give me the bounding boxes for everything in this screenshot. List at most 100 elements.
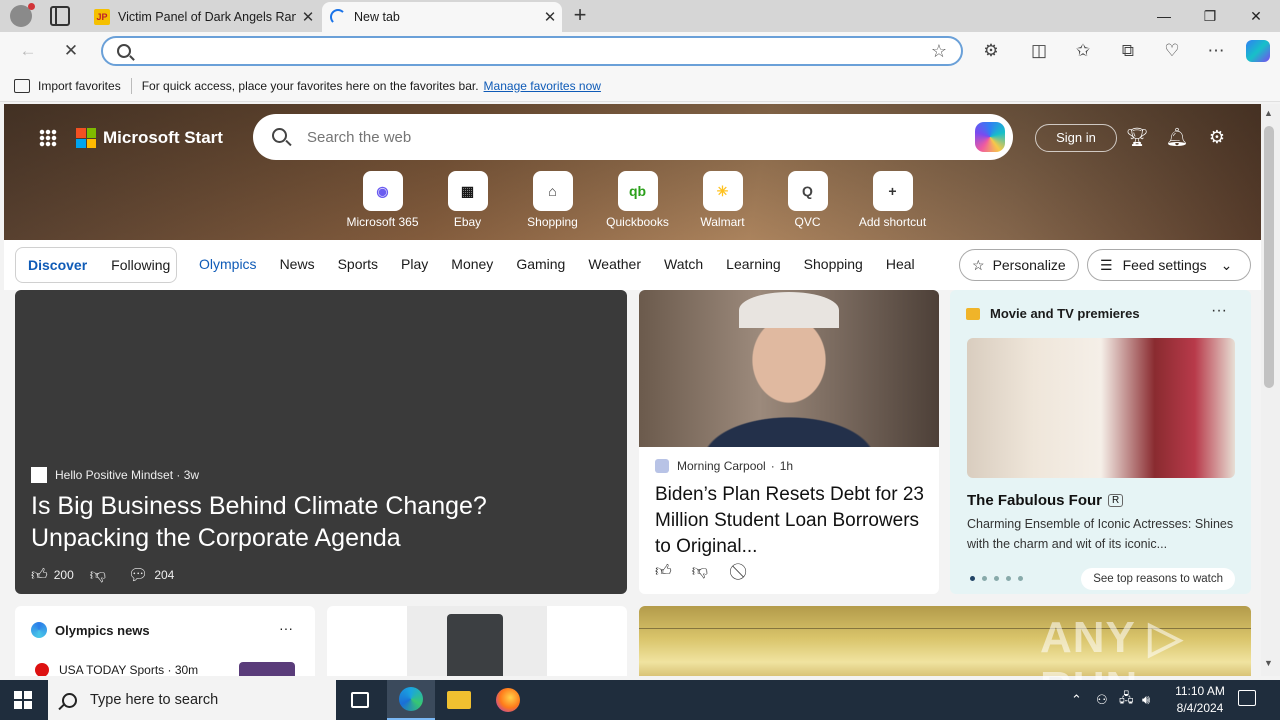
sign-in-button[interactable]: Sign in — [1035, 124, 1117, 152]
nav-link-play[interactable]: Play — [401, 256, 428, 272]
stop-loading-button[interactable]: ✕ — [60, 40, 82, 62]
favorite-star-icon[interactable]: ☆ — [931, 41, 947, 62]
brand-name[interactable]: Microsoft Start — [103, 128, 223, 148]
shortcut-walmart[interactable]: ✳ Walmart — [680, 171, 765, 229]
scrollbar-thumb[interactable] — [1264, 126, 1274, 388]
tray-chevron-icon[interactable]: ⌃ — [1071, 680, 1082, 720]
nav-link-weather[interactable]: Weather — [588, 256, 641, 272]
manage-favorites-link[interactable]: Manage favorites now — [484, 79, 601, 93]
like-button[interactable]: 👍︎ 200 — [31, 566, 74, 585]
nav-link-shopping[interactable]: Shopping — [804, 256, 863, 272]
windows-taskbar: Type here to search ⌃ ⚇ 🖧︎ 🔊︎ 11:10 AM 8… — [0, 680, 1280, 720]
browser-essentials-icon[interactable]: ♡ — [1161, 40, 1183, 62]
shopping-card[interactable] — [327, 606, 627, 676]
web-search-box[interactable] — [253, 114, 1013, 160]
nav-link-gaming[interactable]: Gaming — [516, 256, 565, 272]
network-icon[interactable]: 🖧︎ — [1119, 680, 1134, 720]
close-window-button[interactable]: ✕ — [1233, 0, 1279, 32]
tab-following[interactable]: Following — [99, 257, 182, 273]
shortcut-label: QVC — [794, 215, 821, 229]
article-title[interactable]: Biden’s Plan Resets Debt for 23 Million … — [655, 482, 925, 560]
taskbar-search[interactable]: Type here to search — [48, 680, 336, 720]
shortcut-quickbooks[interactable]: qb Quickbooks — [595, 171, 680, 229]
split-screen-icon[interactable]: ◫ — [1028, 40, 1050, 62]
notifications-icon[interactable] — [1238, 690, 1256, 706]
movie-title[interactable]: The Fabulous Four R — [967, 492, 1124, 509]
restore-button[interactable]: ❐ — [1187, 0, 1233, 32]
shortcut-qvc[interactable]: Q QVC — [765, 171, 850, 229]
web-search-input[interactable] — [307, 126, 907, 148]
movie-premieres-card[interactable]: Movie and TV premieres ··· The Fabulous … — [950, 290, 1251, 594]
more-options-icon[interactable]: ⋯ — [1205, 40, 1227, 62]
more-options-icon[interactable]: ··· — [279, 620, 293, 636]
scroll-up-icon[interactable]: ▲ — [1264, 108, 1273, 118]
system-clock[interactable]: 11:10 AM 8/4/2024 — [1160, 683, 1240, 717]
import-favorites-button[interactable]: Import favorites — [38, 79, 121, 93]
firefox-button[interactable] — [484, 680, 532, 720]
scroll-down-icon[interactable]: ▼ — [1264, 658, 1273, 668]
copilot-icon[interactable] — [975, 122, 1005, 152]
close-tab-icon[interactable]: ✕ — [538, 8, 562, 26]
favorites-icon[interactable]: ✩ — [1072, 40, 1094, 62]
nav-link-learning[interactable]: Learning — [726, 256, 781, 272]
category-links: Olympics News Sports Play Money Gaming Weather… — [199, 256, 938, 272]
tab-new-tab[interactable]: New tab ✕ — [322, 2, 562, 32]
favorites-message: For quick access, place your favorites h… — [141, 78, 479, 93]
tab-discover[interactable]: Discover — [16, 257, 99, 273]
profile-avatar-icon[interactable] — [10, 3, 35, 27]
olympics-news-card[interactable]: Olympics news ··· USA TODAY Sports · 30m — [15, 606, 315, 676]
start-page: Microsoft Start Sign in 🏆︎ 🔔︎ ⚙ ◉ Microso… — [4, 104, 1261, 676]
product-image — [407, 606, 547, 676]
lead-article-card[interactable]: Hello Positive Mindset · 3w Is Big Busin… — [15, 290, 627, 594]
tray-app-icon[interactable]: ⚇ — [1096, 680, 1108, 720]
tab-actions-icon[interactable] — [50, 6, 70, 26]
address-input[interactable] — [143, 41, 923, 63]
new-tab-button[interactable]: + — [568, 4, 592, 28]
personalize-button[interactable]: ☆ Personalize — [959, 249, 1079, 281]
shortcut-ebay[interactable]: ▦ Ebay — [425, 171, 510, 229]
notifications-bell-icon[interactable]: 🔔︎ — [1166, 126, 1189, 148]
close-tab-icon[interactable]: ✕ — [296, 8, 320, 26]
page-scrollbar[interactable]: ▲ ▼ — [1261, 104, 1280, 676]
rewards-icon[interactable]: 🏆︎ — [1126, 126, 1149, 148]
collections-icon[interactable]: ⧉ — [1117, 40, 1139, 62]
nav-link-money[interactable]: Money — [451, 256, 493, 272]
volume-icon[interactable]: 🔊︎ — [1142, 680, 1150, 720]
nav-link-sports[interactable]: Sports — [338, 256, 378, 272]
shortcut-label: Shopping — [527, 215, 578, 229]
thumbs-up-icon[interactable]: 👍︎ — [655, 562, 672, 582]
address-bar[interactable]: ☆ — [101, 36, 963, 66]
settings-gear-icon[interactable]: ⚙ — [1206, 126, 1228, 148]
dislike-button[interactable]: 👎︎ — [90, 566, 112, 585]
edge-taskbar-button[interactable] — [387, 680, 435, 720]
task-view-button[interactable] — [336, 680, 384, 720]
minimize-button[interactable]: — — [1141, 0, 1187, 32]
hide-story-icon[interactable]: 🚫︎ — [728, 562, 748, 582]
feed-settings-button[interactable]: ☰ Feed settings ⌄ — [1087, 249, 1251, 281]
nav-link-olympics[interactable]: Olympics — [199, 256, 257, 272]
more-options-icon[interactable]: ··· — [1211, 302, 1227, 320]
nav-link-heal[interactable]: Heal — [886, 256, 915, 272]
comments-button[interactable]: 💬︎ 204 — [128, 565, 174, 585]
back-button[interactable]: ← — [17, 40, 39, 62]
extensions-icon[interactable]: ⚙ — [980, 40, 1002, 62]
nav-link-watch[interactable]: Watch — [664, 256, 703, 272]
list-item[interactable]: USA TODAY Sports · 30m — [35, 663, 198, 676]
shortcut-microsoft-365[interactable]: ◉ Microsoft 365 — [340, 171, 425, 229]
app-launcher-icon[interactable] — [39, 129, 57, 147]
shortcut-shopping[interactable]: ⌂ Shopping — [510, 171, 595, 229]
tab-victim-panel[interactable]: JP Victim Panel of Dark Angels Ran ✕ — [86, 2, 320, 32]
carousel-dots[interactable] — [970, 576, 1030, 581]
see-reasons-button[interactable]: See top reasons to watch — [1081, 568, 1235, 590]
file-explorer-button[interactable] — [435, 680, 483, 720]
movie-image[interactable] — [967, 338, 1235, 478]
shortcuts-row: ◉ Microsoft 365 ▦ Ebay ⌂ Shopping qb Quickbooks… — [340, 171, 935, 229]
thumbs-down-icon[interactable]: 👎︎ — [692, 562, 708, 582]
news-article-card[interactable]: Morning Carpool · 1h Biden’s Plan Resets… — [639, 290, 939, 594]
article-title[interactable]: Is Big Business Behind Climate Change? U… — [31, 490, 611, 554]
copilot-icon[interactable] — [1246, 40, 1270, 62]
nav-link-news[interactable]: News — [280, 256, 315, 272]
rating-badge: R — [1108, 494, 1124, 507]
shortcut-add-shortcut[interactable]: + Add shortcut — [850, 171, 935, 229]
windows-start-icon[interactable] — [14, 691, 32, 709]
